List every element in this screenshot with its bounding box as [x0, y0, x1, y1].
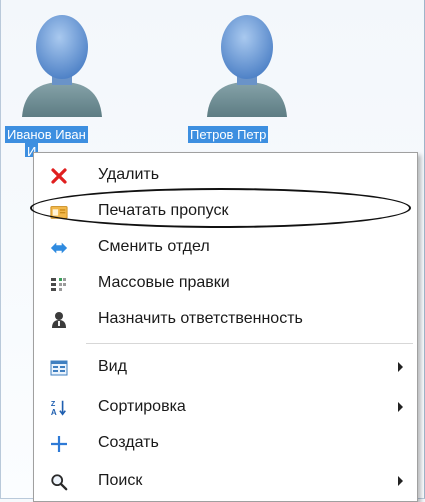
delete-icon — [50, 167, 68, 185]
menu-item-label: Сортировка — [98, 398, 186, 415]
menu-item-label: Массовые правки — [98, 274, 230, 291]
menu-item-label: Создать — [98, 434, 159, 451]
user-tile-ivanov[interactable]: Иванов Иван И — [5, 5, 125, 170]
menu-item-assign-responsibility[interactable]: Назначить ответственность — [34, 301, 417, 337]
user-tile-petrov[interactable]: Петров Петр — [185, 5, 315, 155]
menu-item-label: Вид — [98, 358, 127, 375]
user-name-label[interactable]: Иванов Иван — [5, 126, 88, 143]
menu-separator — [86, 343, 413, 344]
menu-item-label: Печатать пропуск — [98, 202, 229, 219]
view-icon — [50, 359, 68, 377]
menu-item-label: Удалить — [98, 166, 160, 183]
create-icon — [50, 435, 68, 453]
menu-item-search[interactable]: Поиск — [34, 463, 417, 499]
print-pass-icon — [50, 203, 68, 221]
menu-item-delete[interactable]: Удалить — [34, 157, 417, 193]
assign-responsibility-icon — [50, 311, 68, 329]
svg-text:Z: Z — [51, 399, 56, 408]
menu-item-view[interactable]: Вид — [34, 349, 417, 385]
user-name-label[interactable]: Петров Петр — [188, 126, 269, 143]
menu-item-bulk-edit[interactable]: Массовые правки — [34, 265, 417, 301]
user-avatar-icon — [207, 15, 287, 117]
menu-item-print-pass[interactable]: Печатать пропуск — [34, 193, 417, 229]
menu-item-label: Сменить отдел — [98, 238, 210, 255]
menu-item-sort[interactable]: Z A Сортировка — [34, 389, 417, 425]
context-menu: Удалить Печатать пропуск Сменить отдел М… — [33, 152, 418, 502]
bulk-edit-icon — [50, 275, 68, 293]
submenu-arrow-icon — [398, 362, 403, 372]
user-avatar-icon — [22, 15, 102, 117]
menu-item-label: Поиск — [98, 472, 143, 489]
submenu-arrow-icon — [398, 402, 403, 412]
menu-item-create[interactable]: Создать — [34, 425, 417, 461]
sort-icon: Z A — [50, 399, 68, 417]
svg-text:A: A — [51, 408, 57, 417]
menu-item-label: Назначить ответственность — [98, 310, 303, 327]
search-icon — [50, 473, 68, 491]
menu-item-change-department[interactable]: Сменить отдел — [34, 229, 417, 265]
change-department-icon — [50, 239, 68, 257]
submenu-arrow-icon — [398, 476, 403, 486]
